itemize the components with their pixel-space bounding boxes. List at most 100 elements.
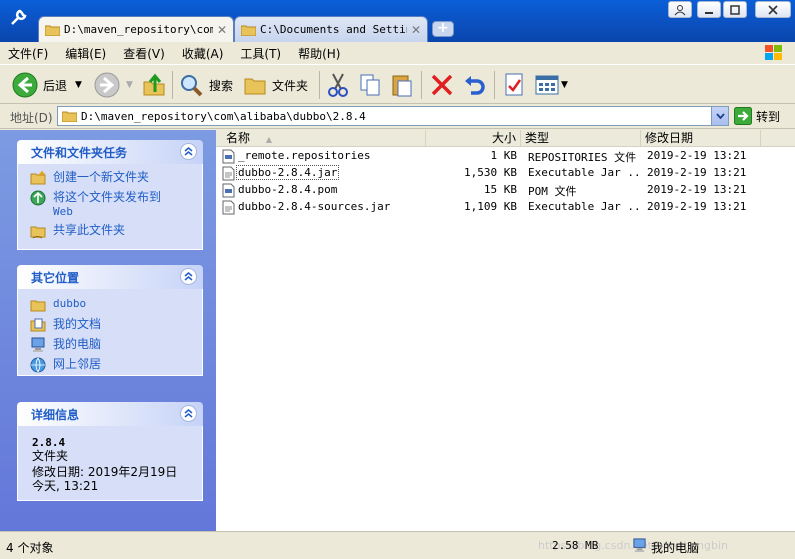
- place-my-documents[interactable]: 我的文档: [30, 317, 202, 333]
- maximize-button[interactable]: [723, 1, 747, 18]
- toolbar-separator: [172, 71, 173, 99]
- address-label: 地址(D): [10, 111, 53, 125]
- close-button[interactable]: [755, 1, 791, 18]
- forward-button[interactable]: ▼: [94, 70, 133, 100]
- scissors-icon: [328, 73, 348, 97]
- tab-close-icon[interactable]: ✕: [411, 23, 421, 37]
- windows-logo-icon: [765, 45, 782, 60]
- user-button[interactable]: [668, 1, 692, 18]
- task-share-folder[interactable]: 共享此文件夹: [30, 223, 202, 239]
- copy-button[interactable]: [358, 70, 382, 100]
- menu-favorites[interactable]: 收藏(A): [182, 45, 224, 62]
- place-my-computer[interactable]: 我的电脑: [30, 337, 202, 353]
- collapse-button[interactable]: [180, 268, 197, 285]
- undo-button[interactable]: [462, 70, 486, 100]
- cut-button[interactable]: [326, 70, 350, 100]
- details-panel: 详细信息 2.8.4 文件夹 修改日期: 2019年2月19日 今天, 13:2…: [17, 402, 203, 501]
- task-new-folder[interactable]: 创建一个新文件夹: [30, 170, 202, 186]
- folder-icon: [62, 111, 77, 122]
- wrench-icon[interactable]: [8, 8, 28, 28]
- file-size: 1,109 KB: [464, 200, 517, 213]
- properties-icon: [505, 73, 523, 96]
- panel-header[interactable]: 详细信息: [17, 402, 203, 426]
- copy-icon: [360, 74, 380, 96]
- delete-button[interactable]: [430, 70, 454, 100]
- file-folder-tasks-panel: 文件和文件夹任务 创建一个新文件夹 将这个文件夹发布到 Web 共享此文件夹: [17, 140, 203, 250]
- menu-help[interactable]: 帮助(H): [298, 45, 340, 62]
- folders-icon: [244, 78, 266, 95]
- jar-file-icon: [222, 166, 235, 181]
- task-label: 共享此文件夹: [53, 223, 126, 237]
- panel-header[interactable]: 其它位置: [17, 265, 203, 289]
- back-button[interactable]: 后退 ▼: [12, 70, 82, 100]
- pom-file-icon: [222, 183, 235, 198]
- column-header-type[interactable]: 类型: [521, 130, 641, 146]
- tab-label: D:\maven_repository\com\: [64, 23, 213, 36]
- collapse-button[interactable]: [180, 405, 197, 422]
- delete-x-icon: [431, 74, 453, 96]
- tab-close-icon[interactable]: ✕: [217, 23, 227, 37]
- back-dropdown-icon[interactable]: ▼: [75, 80, 82, 90]
- collapse-button[interactable]: [180, 143, 197, 160]
- table-row[interactable]: dubbo-2.8.4.jar 1,530 KB Executable Jar …: [216, 165, 795, 182]
- toolbar-separator: [319, 71, 320, 99]
- close-icon: [768, 4, 778, 15]
- address-value: D:\maven_repository\com\alibaba\dubbo\2.…: [81, 109, 366, 123]
- task-publish-web[interactable]: 将这个文件夹发布到 Web: [30, 190, 202, 219]
- menu-tools[interactable]: 工具(T): [240, 45, 281, 62]
- detail-folder-name: 2.8.4: [32, 436, 66, 449]
- chevron-down-icon: [715, 113, 725, 119]
- location-label: 我的电脑: [651, 541, 700, 555]
- menu-file[interactable]: 文件(F): [8, 45, 48, 62]
- file-name: dubbo-2.8.4.jar: [236, 165, 340, 180]
- detail-modified: 修改日期: 2019年2月19日: [32, 465, 178, 479]
- address-input[interactable]: D:\maven_repository\com\alibaba\dubbo\2.…: [57, 106, 729, 126]
- panel-header[interactable]: 文件和文件夹任务: [17, 140, 203, 164]
- place-label: 我的文档: [53, 317, 102, 331]
- panel-body: dubbo 我的文档 我的电脑 网上邻居: [17, 289, 203, 376]
- tab-documents-and-settings[interactable]: C:\Documents and Setting ✕: [234, 16, 428, 42]
- minimize-button[interactable]: [697, 1, 721, 18]
- views-button[interactable]: ▼: [534, 70, 568, 100]
- maximize-icon: [730, 4, 740, 15]
- file-type: Executable Jar ...: [528, 166, 640, 179]
- tab-maven-repository[interactable]: D:\maven_repository\com\ ✕: [38, 16, 234, 42]
- address-dropdown-button[interactable]: [711, 107, 728, 125]
- column-size-label: 大小: [491, 131, 516, 145]
- table-row[interactable]: dubbo-2.8.4.pom 15 KB POM 文件 2019-2-19 1…: [216, 182, 795, 199]
- file-modified: 2019-2-19 13:21: [647, 166, 747, 179]
- menu-edit[interactable]: 编辑(E): [65, 45, 106, 62]
- other-places-panel: 其它位置 dubbo 我的文档 我的电脑 网上邻居: [17, 265, 203, 376]
- table-row[interactable]: _remote.repositories 1 KB REPOSITORIES 文…: [216, 148, 795, 165]
- menu-view[interactable]: 查看(V): [123, 45, 165, 62]
- task-label: 创建一个新文件夹: [53, 170, 150, 184]
- task-label-web: Web: [53, 205, 73, 218]
- column-header-name[interactable]: 名称 ▲: [216, 130, 426, 146]
- search-button[interactable]: 搜索: [178, 70, 233, 100]
- go-button[interactable]: 转到: [734, 107, 780, 125]
- up-folder-button[interactable]: [141, 70, 167, 100]
- paste-button[interactable]: [390, 70, 414, 100]
- file-size: 1 KB: [490, 149, 518, 162]
- paste-icon: [392, 75, 412, 97]
- column-header-size[interactable]: 大小: [426, 130, 521, 146]
- new-tab-button[interactable]: +: [432, 21, 454, 37]
- place-label: 网上邻居: [53, 357, 102, 371]
- file-type: REPOSITORIES 文件: [528, 151, 637, 164]
- back-label: 后退: [43, 78, 68, 93]
- file-name: dubbo-2.8.4-sources.jar: [238, 200, 391, 213]
- file-list: 名称 ▲ 大小 类型 修改日期 _remote.repositories 1 K…: [216, 130, 795, 531]
- tab-label: C:\Documents and Setting: [260, 23, 407, 36]
- chevron-up-icon: [184, 147, 193, 156]
- place-dubbo[interactable]: dubbo: [30, 297, 202, 313]
- table-row[interactable]: dubbo-2.8.4-sources.jar 1,109 KB Executa…: [216, 199, 795, 216]
- properties-button[interactable]: [502, 70, 526, 100]
- toolbar-separator: [494, 71, 495, 99]
- sort-ascending-icon: ▲: [265, 135, 272, 144]
- column-header-modified[interactable]: 修改日期: [641, 130, 761, 146]
- place-network[interactable]: 网上邻居: [30, 357, 202, 373]
- column-type-label: 类型: [525, 131, 550, 145]
- folders-button[interactable]: 文件夹: [243, 70, 308, 100]
- panel-title: 详细信息: [31, 407, 80, 422]
- views-dropdown-icon[interactable]: ▼: [561, 80, 568, 90]
